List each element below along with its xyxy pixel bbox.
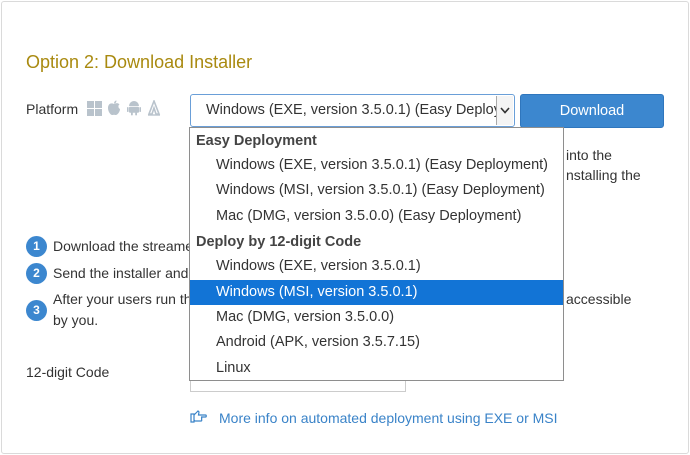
step-text: Download the streame (53, 238, 194, 254)
step-number-badge: 3 (26, 300, 47, 321)
pointing-hand-icon (190, 410, 207, 426)
description-text-fragment: into the (566, 147, 612, 163)
dropdown-option[interactable]: Windows (EXE, version 3.5.0.1) (Easy Dep… (190, 153, 563, 178)
installer-select[interactable]: Windows (EXE, version 3.5.0.1) (Easy Dep… (190, 94, 515, 127)
dropdown-option[interactable]: Mac (DMG, version 3.5.0.0) (Easy Deploym… (190, 204, 563, 229)
download-button[interactable]: Download (520, 94, 664, 128)
android-icon (126, 100, 142, 116)
windows-icon (86, 100, 102, 116)
more-info-text: More info on automated deployment using … (219, 410, 558, 426)
dropdown-option-selected[interactable]: Windows (MSI, version 3.5.0.1) (190, 279, 563, 305)
dropdown-option[interactable]: Windows (MSI, version 3.5.0.1) (Easy Dep… (190, 178, 563, 203)
step-number-badge: 1 (26, 236, 47, 257)
code-field-label: 12-digit Code (26, 364, 110, 380)
dropdown-option[interactable]: Android (APK, version 3.5.7.15) (190, 330, 563, 355)
dropdown-group-label: Deploy by 12-digit Code (196, 234, 362, 251)
step-text-continued: by you. (53, 312, 99, 328)
step-text: Send the installer and (53, 265, 189, 281)
dropdown-group-label: Easy Deployment (196, 133, 317, 149)
step-number-badge: 2 (26, 263, 47, 284)
platform-icons (86, 100, 162, 116)
step-text: After your users run th (53, 291, 192, 307)
installer-dropdown-list: Easy Deployment Windows (EXE, version 3.… (189, 127, 564, 381)
chevron-down-icon[interactable] (496, 96, 513, 125)
platform-label: Platform (26, 101, 79, 117)
section-title: Option 2: Download Installer (26, 52, 253, 72)
dropdown-option[interactable]: Mac (DMG, version 3.5.0.0) (190, 305, 563, 330)
dropdown-option[interactable]: Windows (EXE, version 3.5.0.1) (190, 254, 563, 279)
apple-icon (106, 100, 122, 116)
installer-select-value: Windows (EXE, version 3.5.0.1) (Easy Dep… (206, 102, 496, 118)
dropdown-option[interactable]: Linux (190, 356, 563, 381)
step-text-fragment: accessible (566, 291, 632, 307)
more-info-link[interactable]: More info on automated deployment using … (190, 410, 558, 426)
linux-icon (146, 100, 162, 116)
description-text-fragment: nstalling the (566, 167, 641, 183)
